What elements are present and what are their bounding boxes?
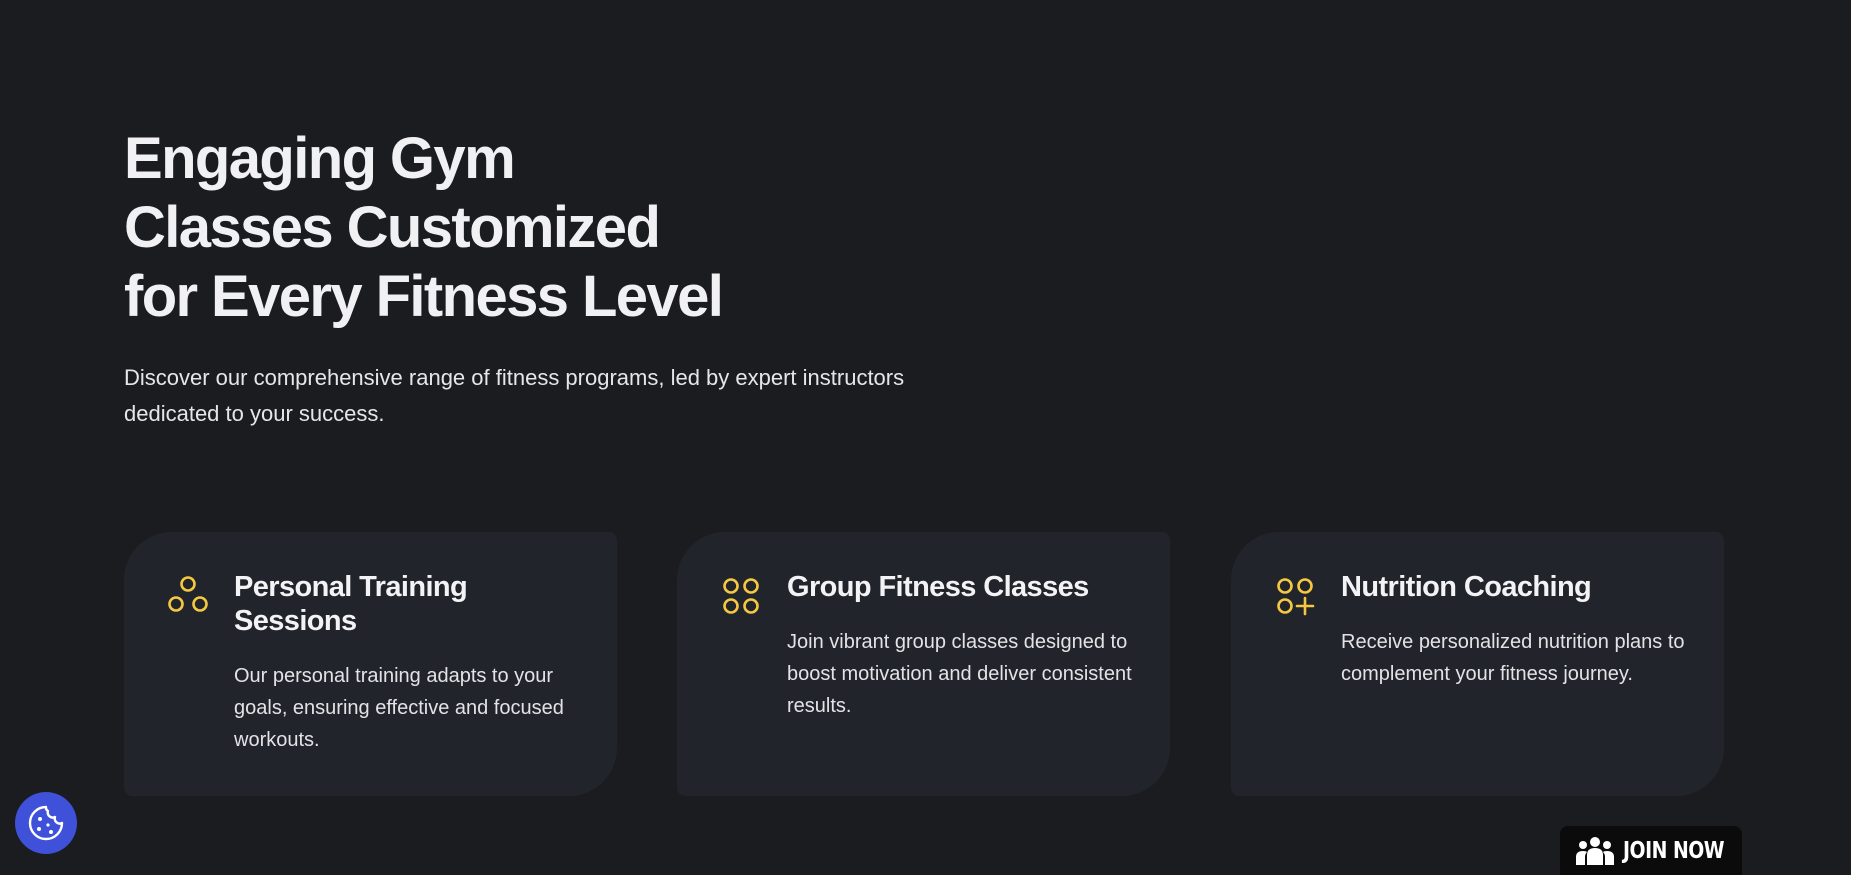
hero-title-line: Engaging Gym bbox=[124, 126, 516, 191]
hero-subtitle: Discover our comprehensive range of fitn… bbox=[124, 365, 905, 426]
four-circles-icon bbox=[723, 578, 759, 614]
services-cards: Personal Training Sessions Our personal … bbox=[124, 532, 1724, 796]
cookie-settings-button[interactable] bbox=[15, 792, 77, 854]
card-text: Receive personalized nutrition plans to … bbox=[1341, 631, 1685, 685]
hero-title-line: for Every Fitness Level bbox=[124, 264, 724, 329]
card-group-fitness: Group Fitness Classes Join vibrant group… bbox=[677, 532, 1170, 796]
join-now-button[interactable]: JOIN NOW bbox=[1560, 826, 1742, 875]
card-text: Our personal training adapts to your goa… bbox=[234, 665, 564, 751]
three-circles-icon bbox=[168, 576, 208, 612]
join-now-label: JOIN NOW bbox=[1623, 837, 1725, 864]
page: Engaging Gym Classes Customized for Ever… bbox=[0, 0, 1851, 875]
card-title: Nutrition Coaching bbox=[1341, 571, 1592, 603]
cookie-icon bbox=[28, 805, 64, 841]
card-text: Join vibrant group classes designed to b… bbox=[787, 631, 1132, 717]
card-nutrition-coaching: Nutrition Coaching Receive personalized … bbox=[1231, 532, 1724, 796]
card-title: Group Fitness Classes bbox=[787, 571, 1089, 603]
circles-plus-icon bbox=[1277, 578, 1315, 616]
card-title: Personal Training Sessions bbox=[234, 571, 468, 637]
hero-title-line: Classes Customized bbox=[124, 195, 661, 260]
hero-title: Engaging Gym Classes Customized for Ever… bbox=[124, 124, 724, 331]
card-personal-training: Personal Training Sessions Our personal … bbox=[124, 532, 617, 796]
group-people-icon bbox=[1576, 836, 1615, 865]
